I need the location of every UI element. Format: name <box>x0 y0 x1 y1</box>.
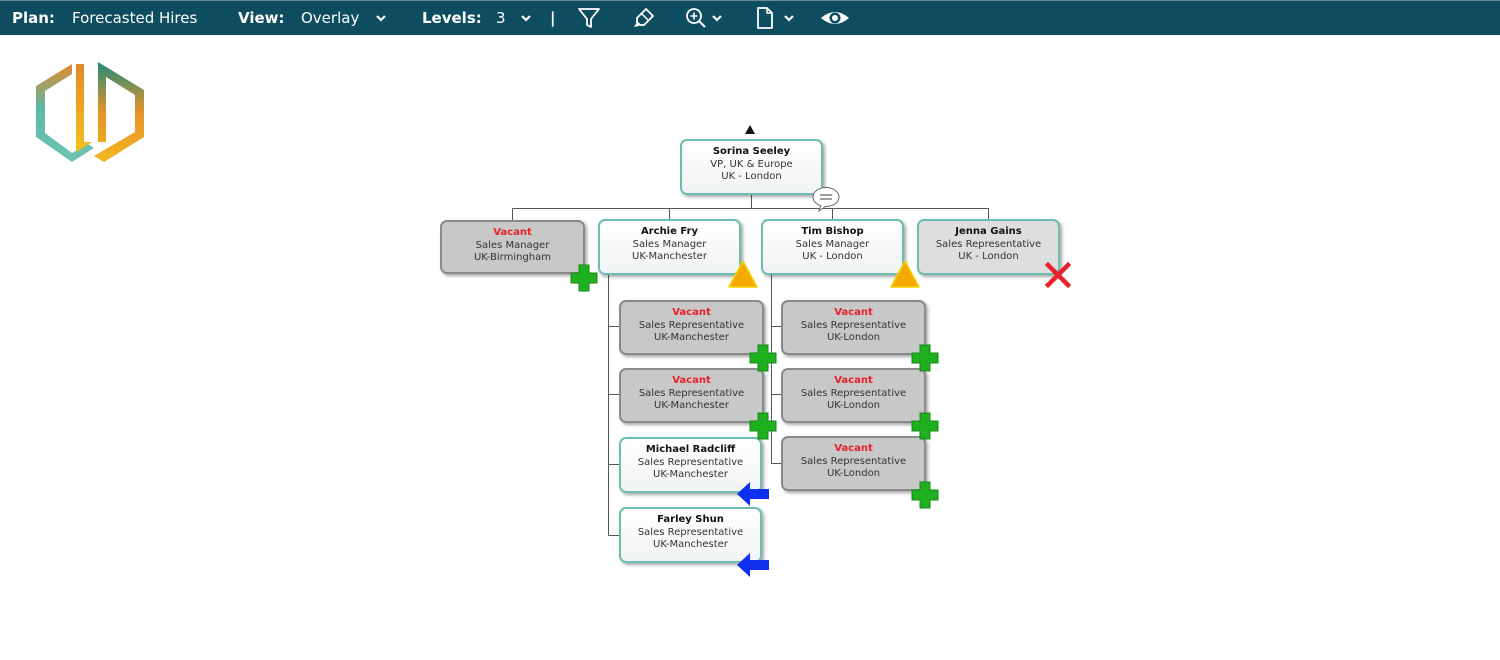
node-location: UK-Birmingham <box>473 252 552 263</box>
node-title: Sales Manager <box>475 239 550 251</box>
node-title: Sales Representative <box>638 319 745 331</box>
node-title: Sales Representative <box>800 319 907 331</box>
node-name: Archie Fry <box>640 226 699 237</box>
org-node-manager-tim-bishop[interactable]: Tim Bishop Sales Manager UK - London <box>761 219 904 275</box>
add-position-icon[interactable] <box>911 412 939 440</box>
comment-bubble-icon[interactable] <box>811 186 841 212</box>
node-title: Sales Representative <box>637 456 744 468</box>
node-title: Sales Manager <box>632 238 707 250</box>
org-node-root[interactable]: Sorina Seeley VP, UK & Europe UK - Londo… <box>680 139 823 195</box>
node-location: UK-London <box>826 468 881 479</box>
node-name: Tim Bishop <box>801 226 864 237</box>
node-title: Sales Representative <box>800 455 907 467</box>
add-position-icon[interactable] <box>911 481 939 509</box>
node-location: UK-Manchester <box>653 539 728 550</box>
node-location: UK-London <box>826 400 881 411</box>
remove-position-icon[interactable] <box>1044 262 1072 288</box>
node-title: Sales Representative <box>935 238 1042 250</box>
node-name: Vacant <box>493 227 532 238</box>
node-title: Sales Representative <box>637 526 744 538</box>
add-position-icon[interactable] <box>749 412 777 440</box>
org-node-report-vacant[interactable]: Vacant Sales Representative UK-Mancheste… <box>619 300 764 355</box>
org-node-manager-vacant-birmingham[interactable]: Vacant Sales Manager UK-Birmingham <box>440 220 585 274</box>
node-name: Vacant <box>834 443 873 454</box>
node-name: Vacant <box>672 307 711 318</box>
org-node-report-vacant[interactable]: Vacant Sales Representative UK-London <box>781 368 926 423</box>
node-title: VP, UK & Europe <box>710 158 793 170</box>
node-name: Farley Shun <box>657 514 724 525</box>
add-position-icon[interactable] <box>749 344 777 372</box>
org-node-report-vacant[interactable]: Vacant Sales Representative UK-Mancheste… <box>619 368 764 423</box>
node-title: Sales Representative <box>800 387 907 399</box>
node-location: UK - London <box>802 251 863 262</box>
node-name: Vacant <box>834 307 873 318</box>
node-name: Vacant <box>672 375 711 386</box>
node-name: Vacant <box>834 375 873 386</box>
node-name: Michael Radcliff <box>645 444 736 455</box>
warning-triangle-icon[interactable] <box>889 259 921 289</box>
org-node-report-vacant[interactable]: Vacant Sales Representative UK-London <box>781 436 926 491</box>
org-node-manager-archie-fry[interactable]: Archie Fry Sales Manager UK-Manchester <box>598 219 741 275</box>
node-name: Sorina Seeley <box>712 146 791 157</box>
node-location: UK-Manchester <box>653 469 728 480</box>
node-title: Sales Representative <box>638 387 745 399</box>
org-node-report-vacant[interactable]: Vacant Sales Representative UK-London <box>781 300 926 355</box>
org-node-jenna-gains[interactable]: Jenna Gains Sales Representative UK - Lo… <box>917 219 1060 275</box>
add-position-icon[interactable] <box>570 264 598 292</box>
node-name: Jenna Gains <box>955 226 1022 237</box>
node-location: UK-Manchester <box>632 251 707 262</box>
add-position-icon[interactable] <box>911 344 939 372</box>
node-location: UK-London <box>826 332 881 343</box>
node-title: Sales Manager <box>795 238 870 250</box>
node-location: UK - London <box>958 251 1019 262</box>
move-position-arrow-icon[interactable] <box>736 552 770 578</box>
move-position-arrow-icon[interactable] <box>736 481 770 507</box>
node-location: UK-Manchester <box>654 400 729 411</box>
warning-triangle-icon[interactable] <box>727 259 759 289</box>
node-location: UK - London <box>721 171 782 182</box>
node-location: UK-Manchester <box>654 332 729 343</box>
navigate-up-arrow-icon[interactable] <box>745 125 755 134</box>
